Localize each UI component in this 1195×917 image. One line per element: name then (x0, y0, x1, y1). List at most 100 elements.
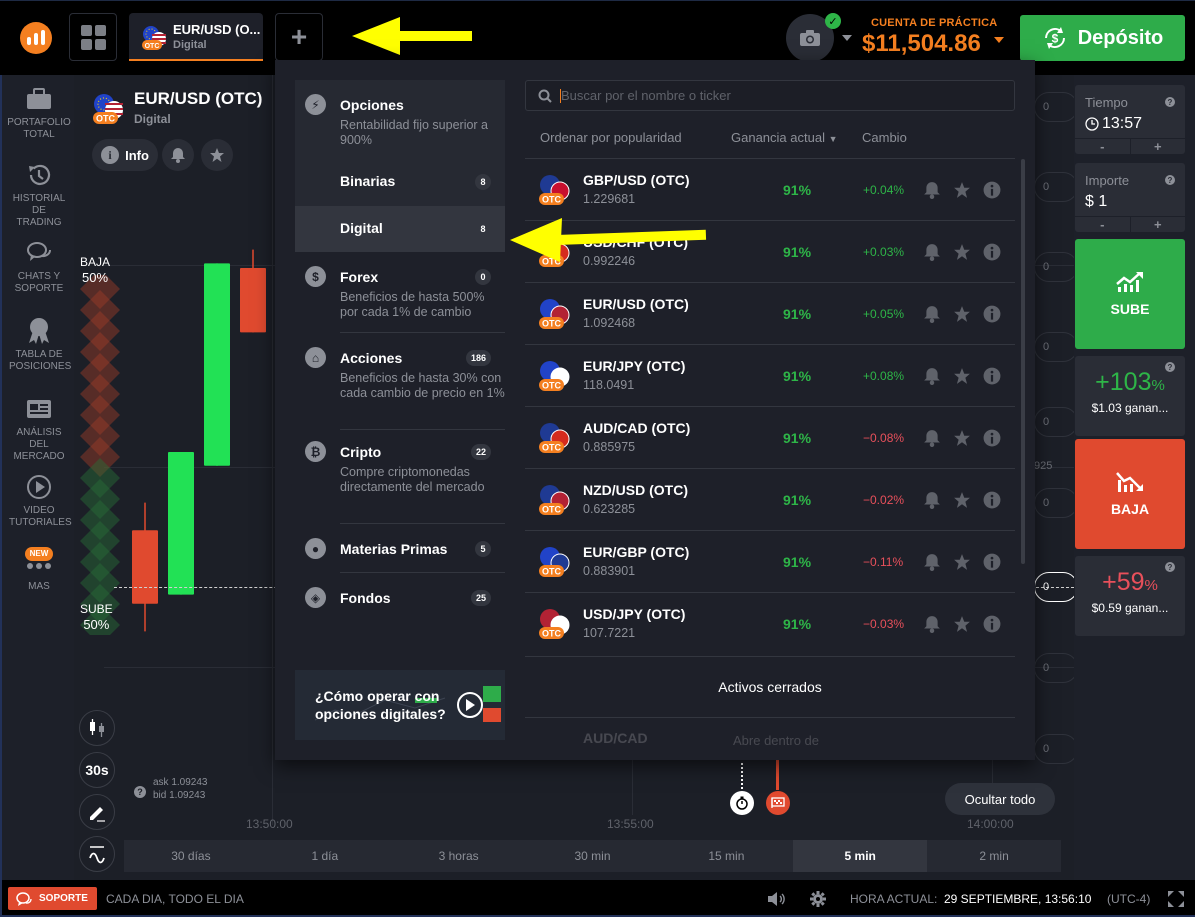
sort-popularity[interactable]: Ordenar por popularidad (540, 130, 682, 145)
closed-asset-row[interactable]: AUD/CAD Abre dentro de (525, 720, 1015, 760)
period-1d[interactable]: 1 día (258, 840, 392, 872)
bell-icon[interactable] (923, 367, 941, 385)
indicators-button[interactable] (79, 836, 115, 872)
star-icon[interactable] (953, 429, 971, 447)
sidebar-item-more[interactable]: NEW MAS (2, 547, 76, 593)
star-icon[interactable] (953, 181, 971, 199)
bell-icon[interactable] (923, 553, 941, 571)
period-2min[interactable]: 2 min (927, 840, 1061, 872)
sort-change[interactable]: Cambio (862, 130, 907, 145)
asset-tab[interactable]: OTC EUR/USD (O... Digital (129, 13, 263, 61)
info-icon[interactable] (983, 367, 1001, 385)
period-15min[interactable]: 15 min (659, 840, 793, 872)
bell-icon[interactable] (923, 429, 941, 447)
favorite-button[interactable] (201, 139, 233, 171)
account-balance[interactable]: $11,504.86 (862, 30, 981, 58)
help-icon[interactable]: ? (134, 786, 146, 798)
star-icon[interactable] (953, 553, 971, 571)
asset-row[interactable]: OTC GBP/USD (OTC) 1.229681 91% +0.04% (525, 158, 1015, 220)
star-icon[interactable] (953, 615, 971, 633)
star-icon[interactable] (953, 305, 971, 323)
call-up-button[interactable]: SUBE (1075, 239, 1185, 349)
bell-icon[interactable] (923, 305, 941, 323)
sort-profit[interactable]: Ganancia actual ▼ (731, 130, 838, 145)
asset-row[interactable]: OTC EUR/USD (OTC) 1.092468 91% +0.05% (525, 282, 1015, 344)
layout-grid-button[interactable] (69, 13, 117, 61)
period-3h[interactable]: 3 horas (392, 840, 526, 872)
chart-type-button[interactable] (79, 710, 115, 746)
asset-title[interactable]: EUR/USD (OTC) (134, 89, 262, 109)
info-icon[interactable] (983, 429, 1001, 447)
sidebar-item-leaderboard[interactable]: TABLA DE POSICIONES (2, 317, 76, 373)
category-materias-primas[interactable]: ● Materias Primas 5 (295, 524, 505, 572)
sidebar-item-chats-support[interactable]: CHATS Y SOPORTE (2, 239, 76, 295)
sidebar-item-portfolio[interactable]: PORTAFOLIO TOTAL (2, 85, 76, 141)
help-icon[interactable]: ? (1165, 175, 1175, 185)
expiry-minus-button[interactable]: - (1075, 139, 1131, 154)
category-binarias[interactable]: Binarias 8 (295, 173, 505, 199)
add-asset-button[interactable]: + (275, 13, 323, 61)
star-icon[interactable] (953, 367, 971, 385)
alert-button[interactable] (162, 139, 194, 171)
sidebar-item-video-tutorials[interactable]: VIDEO TUTORIALES (2, 473, 76, 529)
gear-icon[interactable] (810, 891, 826, 907)
info-icon[interactable] (983, 243, 1001, 261)
avatar-caret-icon[interactable] (842, 35, 852, 41)
help-icon[interactable]: ? (1165, 562, 1175, 572)
search-input[interactable] (561, 88, 1001, 103)
asset-row[interactable]: OTC NZD/USD (OTC) 0.623285 91% −0.02% (525, 468, 1015, 530)
bell-icon[interactable] (923, 491, 941, 509)
candle-interval-button[interactable]: 30s (79, 752, 115, 788)
category-forex[interactable]: $ Forex Beneficios de hasta 500% por cad… (295, 252, 505, 332)
period-30d[interactable]: 30 días (124, 840, 258, 872)
info-icon[interactable] (983, 615, 1001, 633)
info-icon[interactable] (983, 181, 1001, 199)
help-icon[interactable]: ? (1165, 97, 1175, 107)
drawing-tools-button[interactable] (79, 794, 115, 830)
sidebar-item-market-analysis[interactable]: ANÁLISIS DEL MERCADO (2, 395, 76, 463)
info-button[interactable]: i Info (92, 139, 158, 171)
asset-search[interactable] (525, 80, 1015, 111)
star-icon[interactable] (953, 491, 971, 509)
asset-row[interactable]: OTC EUR/GBP (OTC) 0.883901 91% −0.11% (525, 530, 1015, 592)
asset-list-scrollbar[interactable] (1021, 159, 1025, 564)
expiry-plus-button[interactable]: + (1131, 139, 1186, 154)
tutorial-video-card[interactable]: ¿Cómo operar con opciones digitales? (295, 670, 505, 740)
category-cripto[interactable]: ₿ Cripto Compre criptomonedas directamen… (295, 430, 505, 523)
category-digital[interactable]: Digital 8 (295, 206, 505, 252)
period-30min[interactable]: 30 min (526, 840, 660, 872)
fullscreen-icon[interactable] (1168, 891, 1184, 907)
period-5min[interactable]: 5 min (793, 840, 928, 872)
amount-input[interactable]: $ 1 (1085, 193, 1107, 211)
sidebar-item-trading-history[interactable]: HISTORIAL DE TRADING (2, 161, 76, 229)
account-caret-icon[interactable] (994, 37, 1004, 43)
finish-flag-icon[interactable] (766, 791, 790, 815)
category-fondos[interactable]: ◈ Fondos 25 (295, 573, 505, 621)
asset-row[interactable]: OTC EUR/JPY (OTC) 118.0491 91% +0.08% (525, 344, 1015, 406)
info-icon[interactable] (983, 491, 1001, 509)
put-down-button[interactable]: BAJA (1075, 439, 1185, 549)
info-icon[interactable] (983, 305, 1001, 323)
amount-plus-button[interactable]: + (1131, 217, 1186, 232)
bell-icon[interactable] (923, 615, 941, 633)
logo-icon[interactable] (20, 22, 52, 54)
help-icon[interactable]: ? (1165, 362, 1175, 372)
drop-icon: ● (305, 538, 326, 559)
category-acciones[interactable]: ⌂ Acciones Beneficios de hasta 30% con c… (295, 333, 505, 429)
asset-change: +0.03% (863, 245, 905, 259)
expiry-time-box[interactable]: Tiempo ? 13:57 - + (1075, 85, 1185, 154)
category-options[interactable]: ⚡ Opciones Rentabilidad fijo superior a … (295, 80, 505, 180)
stopwatch-icon[interactable] (730, 791, 754, 815)
bell-icon[interactable] (923, 181, 941, 199)
asset-row[interactable]: OTC AUD/CAD (OTC) 0.885975 91% −0.08% (525, 406, 1015, 468)
info-icon[interactable] (983, 553, 1001, 571)
bell-icon[interactable] (923, 243, 941, 261)
amount-minus-button[interactable]: - (1075, 217, 1131, 232)
star-icon[interactable] (953, 243, 971, 261)
deposit-button[interactable]: $ Depósito (1020, 15, 1185, 61)
asset-row[interactable]: OTC USD/JPY (OTC) 107.7221 91% −0.03% (525, 592, 1015, 654)
hide-all-button[interactable]: Ocultar todo (945, 783, 1055, 815)
support-button[interactable]: SOPORTE (8, 887, 97, 910)
sound-icon[interactable] (767, 891, 787, 907)
amount-box[interactable]: Importe ? $ 1 - + (1075, 163, 1185, 232)
